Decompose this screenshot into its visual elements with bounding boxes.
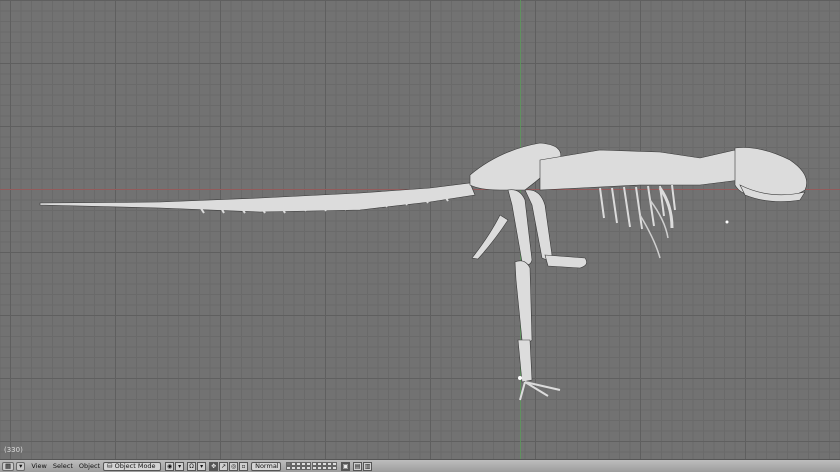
menu-select[interactable]: Select: [53, 462, 73, 470]
manipulator-icon[interactable]: ✥: [209, 461, 219, 471]
spine-and-ribs: [539, 149, 741, 191]
draw-type-icon[interactable]: ◉: [165, 461, 175, 471]
foot-toes: [519, 381, 561, 401]
layer-button[interactable]: [332, 466, 338, 470]
draw-type-dropdown-icon[interactable]: ▾: [175, 461, 185, 471]
window-type-icon[interactable]: ▦: [2, 461, 15, 471]
rotate-icon[interactable]: ◎: [229, 461, 239, 471]
metatarsals: [517, 339, 533, 383]
viewport-header: ▦ ▾ View Select Object ⛁ Object Mode ◉ ▾…: [0, 459, 840, 472]
orientation-dropdown[interactable]: Normal: [251, 461, 282, 471]
object-origin-marker: [725, 220, 729, 224]
layer-grid-1: [286, 462, 312, 470]
mode-dropdown-label: Object Mode: [114, 462, 156, 470]
render-icon[interactable]: ▤: [353, 461, 363, 471]
layer-button[interactable]: [306, 466, 312, 470]
layer-grid-2: [312, 462, 338, 470]
menu-collapse-icon[interactable]: ▾: [16, 461, 26, 471]
orientation-dropdown-label: Normal: [255, 462, 279, 470]
tibia: [514, 260, 533, 343]
menu-object[interactable]: Object: [79, 462, 100, 470]
pivot-dropdown-icon[interactable]: ▾: [197, 461, 207, 471]
mode-dropdown[interactable]: ⛁ Object Mode: [103, 461, 162, 471]
frame-label: (330): [4, 446, 23, 454]
lock-icon[interactable]: ▣: [341, 461, 351, 471]
pivot-icon[interactable]: Ω: [187, 461, 197, 471]
3d-cursor-marker: [518, 376, 522, 380]
mode-icon: ⛁: [107, 462, 115, 470]
femur-left: [507, 189, 533, 265]
tail-bones: [39, 182, 476, 213]
3d-viewport[interactable]: (330): [0, 0, 840, 459]
layer-buttons: [285, 462, 338, 470]
render-options-icon[interactable]: ▥: [363, 461, 373, 471]
translate-icon[interactable]: ↗: [219, 461, 229, 471]
scale-icon[interactable]: ▫: [239, 461, 249, 471]
pubis: [544, 254, 587, 269]
menu-view[interactable]: View: [31, 462, 46, 470]
ischium: [471, 214, 509, 260]
trex-skeleton-model[interactable]: [0, 0, 840, 459]
